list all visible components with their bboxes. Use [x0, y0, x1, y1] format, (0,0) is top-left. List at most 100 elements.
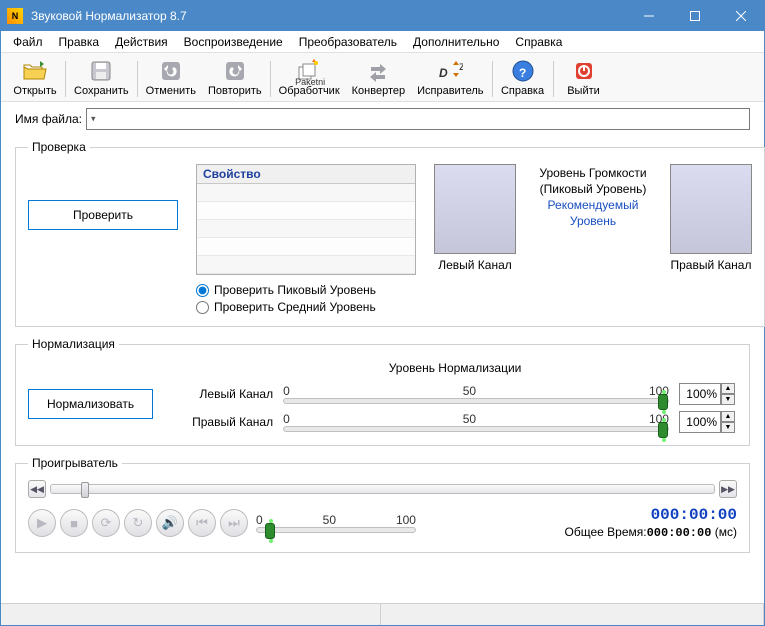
help-icon: ? — [509, 57, 537, 85]
left-value-input[interactable] — [679, 383, 721, 405]
right-channel-label: Правый Канал — [671, 258, 752, 272]
table-row — [197, 220, 415, 238]
left-slider-label: Левый Канал — [173, 387, 273, 401]
filename-label: Имя файла: — [15, 112, 82, 126]
property-header: Свойство — [197, 165, 415, 184]
seek-track[interactable] — [50, 484, 715, 494]
tb-open[interactable]: Открыть — [7, 57, 63, 97]
volume-subtitle: (Пиковый Уровень) — [540, 182, 647, 196]
tb-exit[interactable]: Выйти — [556, 57, 612, 97]
svg-text:z: z — [459, 59, 463, 73]
toolbar-sep — [65, 61, 66, 97]
prev-button[interactable]: ⏮ — [188, 509, 216, 537]
spin-down[interactable]: ▼ — [721, 422, 735, 433]
tb-fix[interactable]: Dz Исправитель — [411, 57, 489, 97]
spin-down[interactable]: ▼ — [721, 394, 735, 405]
verify-radios: Проверить Пиковый Уровень Проверить Сред… — [196, 283, 416, 314]
right-value-input[interactable] — [679, 411, 721, 433]
right-slider-row: Правый Канал 050100 ▲▼ — [173, 411, 737, 433]
recommended-link2[interactable]: Уровень — [570, 214, 616, 228]
normalize-group: Нормализация Нормализовать Уровень Норма… — [15, 337, 750, 446]
seek-thumb[interactable] — [81, 482, 89, 498]
spin-up[interactable]: ▲ — [721, 411, 735, 422]
radio-avg-input[interactable] — [196, 301, 209, 314]
player-mini-slider[interactable]: 050100 — [256, 513, 416, 533]
right-channel-meter — [670, 164, 752, 254]
convert-icon — [364, 57, 392, 85]
content: Имя файла: ▾ Проверка Проверить Свойство — [1, 102, 764, 603]
toolbar: Открыть Сохранить Отменить Повторить Pak… — [1, 53, 764, 102]
tb-convert[interactable]: Конвертер — [346, 57, 411, 97]
verify-group: Проверка Проверить Свойство Проверить Пи… — [15, 140, 765, 327]
menu-actions[interactable]: Действия — [107, 33, 176, 51]
tb-help[interactable]: ? Справка — [495, 57, 551, 97]
left-channel-label: Левый Канал — [438, 258, 512, 272]
toolbar-sep — [492, 61, 493, 97]
seek-fwd-button[interactable]: ▶▶ — [719, 480, 737, 498]
next-button[interactable]: ⏭ — [220, 509, 248, 537]
channels: Левый Канал Уровень Громкости (Пиковый У… — [434, 164, 752, 272]
verify-legend: Проверка — [28, 140, 90, 154]
right-spin[interactable]: ▲▼ — [679, 411, 737, 433]
menu-playback[interactable]: Воспроизведение — [176, 33, 291, 51]
menubar: Файл Правка Действия Воспроизведение Пре… — [1, 31, 764, 53]
total-unit: (мс) — [715, 525, 737, 539]
menu-help[interactable]: Справка — [507, 33, 570, 51]
toolbar-sep — [270, 61, 271, 97]
slider-thumb[interactable] — [658, 422, 668, 438]
slider-thumb[interactable] — [658, 394, 668, 410]
normalize-title: Уровень Нормализации — [173, 361, 737, 375]
tb-help-label: Справка — [501, 85, 544, 97]
fix-icon: Dz — [436, 57, 464, 85]
normalize-button[interactable]: Нормализовать — [28, 389, 153, 419]
maximize-icon — [690, 11, 700, 21]
slider-thumb[interactable] — [265, 523, 275, 539]
menu-edit[interactable]: Правка — [51, 33, 108, 51]
status-cell-2 — [381, 604, 764, 625]
volume-title: Уровень Громкости — [539, 166, 646, 180]
stop-button[interactable]: ■ — [60, 509, 88, 537]
tb-undo-label: Отменить — [146, 85, 196, 97]
radio-peak-input[interactable] — [196, 284, 209, 297]
window-title: Звуковой Нормализатор 8.7 — [31, 9, 626, 23]
seek-back-button[interactable]: ◀◀ — [28, 480, 46, 498]
radio-avg[interactable]: Проверить Средний Уровень — [196, 300, 416, 314]
tb-fix-label: Исправитель — [417, 85, 483, 97]
play-button[interactable]: ▶ — [28, 509, 56, 537]
loop-button[interactable]: ⟳ — [92, 509, 120, 537]
toolbar-sep — [137, 61, 138, 97]
undo-icon — [157, 57, 185, 85]
right-slider[interactable]: 050100 — [283, 412, 669, 432]
menu-converter[interactable]: Преобразователь — [291, 33, 405, 51]
reload-button[interactable]: ↻ — [124, 509, 152, 537]
tb-batch[interactable]: Paketni Обработчик — [273, 57, 346, 97]
left-spin[interactable]: ▲▼ — [679, 383, 737, 405]
filename-combo[interactable]: ▾ — [86, 108, 750, 130]
seek-bar: ◀◀ ▶▶ — [28, 480, 737, 498]
table-row — [197, 202, 415, 220]
tb-redo[interactable]: Повторить — [202, 57, 268, 97]
svg-text:D: D — [439, 66, 448, 80]
right-slider-label: Правый Канал — [173, 415, 273, 429]
status-cell-1 — [1, 604, 381, 625]
close-button[interactable] — [718, 1, 764, 31]
tb-undo[interactable]: Отменить — [140, 57, 202, 97]
time-current: 000:00:00 — [651, 506, 737, 524]
svg-text:?: ? — [519, 66, 526, 80]
radio-peak-label: Проверить Пиковый Уровень — [214, 283, 376, 297]
property-table[interactable]: Свойство — [196, 164, 416, 275]
minimize-button[interactable] — [626, 1, 672, 31]
total-label: Общее Время: — [565, 525, 647, 539]
tb-save[interactable]: Сохранить — [68, 57, 135, 97]
menu-file[interactable]: Файл — [5, 33, 51, 51]
spin-up[interactable]: ▲ — [721, 383, 735, 394]
sound-button[interactable]: 🔊 — [156, 509, 184, 537]
radio-peak[interactable]: Проверить Пиковый Уровень — [196, 283, 416, 297]
recommended-link[interactable]: Рекомендуемый — [548, 198, 639, 212]
statusbar — [1, 603, 764, 625]
player-group: Проигрыватель ◀◀ ▶▶ ▶ ■ ⟳ ↻ 🔊 ⏮ ⏭ — [15, 456, 750, 553]
maximize-button[interactable] — [672, 1, 718, 31]
menu-extra[interactable]: Дополнительно — [405, 33, 507, 51]
left-slider[interactable]: 050100 — [283, 384, 669, 404]
verify-button[interactable]: Проверить — [28, 200, 178, 230]
